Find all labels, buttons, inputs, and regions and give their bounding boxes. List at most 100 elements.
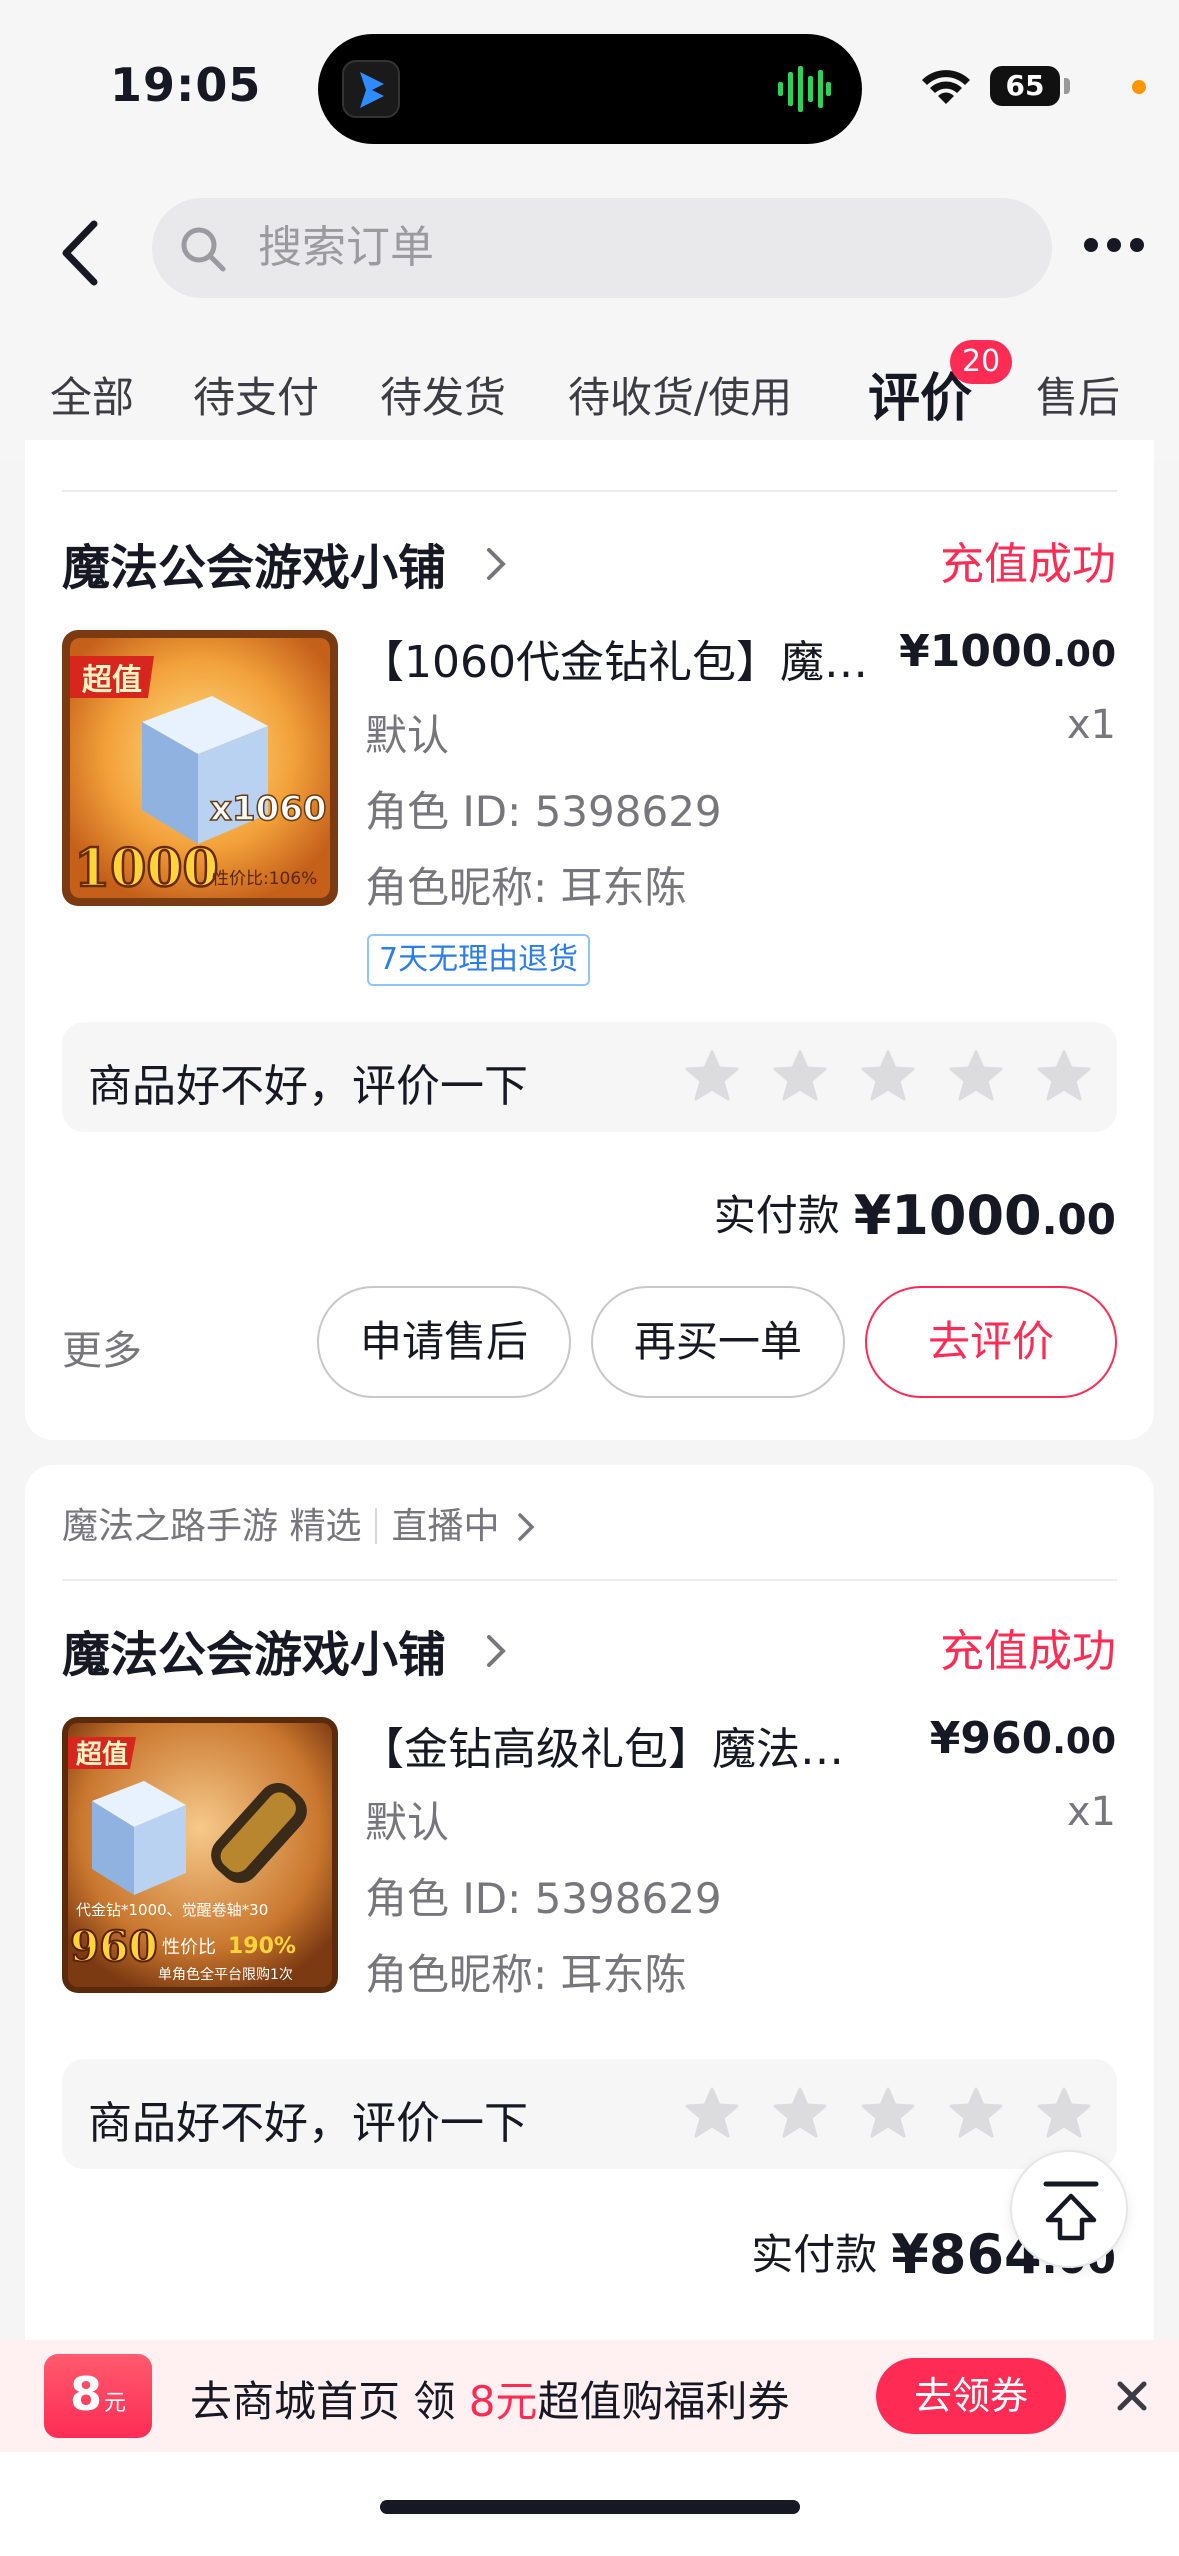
- rating-prompt-box: 商品好不好，评价一下: [62, 1022, 1117, 1132]
- thumb-ratio-text: 190%: [228, 1934, 296, 1959]
- star-icon[interactable]: [947, 2085, 1005, 2143]
- star-icon[interactable]: [1035, 1048, 1093, 1106]
- thumb-big-price: 1000: [74, 838, 219, 899]
- source-channel: 魔法之路手游 精选: [62, 1506, 362, 1547]
- close-icon[interactable]: [1112, 2376, 1152, 2416]
- live-activity-app-icon: [342, 60, 400, 118]
- star-icon[interactable]: [683, 2085, 741, 2143]
- search-icon: [181, 227, 226, 272]
- paid-amount: ¥1000.00: [854, 1184, 1116, 1247]
- order-status: 充值成功: [940, 539, 1116, 590]
- role-id: 角色 ID: 5398629: [365, 787, 722, 836]
- star-icon[interactable]: [1035, 2085, 1093, 2143]
- write-review-button[interactable]: 去评价: [865, 1286, 1117, 1398]
- rating-prompt-text: 商品好不好，评价一下: [88, 1061, 528, 1112]
- product-price: ¥1000.00: [899, 626, 1116, 677]
- thumb-ratio-label: 性价比: [162, 1937, 216, 1958]
- star-icon[interactable]: [947, 1048, 1005, 1106]
- thumb-big-price: 960: [70, 1922, 158, 1971]
- product-title[interactable]: 【1060代金钻礼包】魔法之路: [360, 626, 870, 690]
- privacy-indicator-dot: [1132, 80, 1146, 94]
- chevron-right-icon: [518, 1513, 535, 1541]
- arrow-up-to-top-icon: [1043, 2181, 1099, 2241]
- coupon-banner[interactable]: 8元 去商城首页 领 8元超值购福利券 去领券: [0, 2340, 1179, 2452]
- shop-name-link[interactable]: 魔法公会游戏小铺: [62, 528, 507, 598]
- product-spec: 默认: [365, 1798, 450, 1847]
- coupon-badge-unit: 元: [104, 2391, 127, 2416]
- coupon-badge: 8元: [44, 2354, 152, 2438]
- live-status: 直播中: [391, 1506, 500, 1547]
- order-card: 魔法之路手游 精选 直播中 魔法公会游戏小铺 充值成功 超值 代金钻*1000、觉…: [25, 1465, 1154, 2365]
- role-id: 角色 ID: 5398629: [365, 1874, 722, 1923]
- battery-tip: [1064, 78, 1070, 94]
- star-icon[interactable]: [771, 1048, 829, 1106]
- thumb-tag-text: 超值: [82, 663, 142, 698]
- thumb-limit-text: 单角色全平台限购1次: [158, 1966, 293, 1983]
- tab-pending-receipt[interactable]: 待收货/使用: [568, 364, 792, 425]
- dynamic-island: [318, 34, 862, 144]
- source-channel-link[interactable]: 魔法之路手游 精选 直播中: [62, 1497, 535, 1549]
- divider: [62, 1579, 1117, 1581]
- claim-coupon-button[interactable]: 去领券: [876, 2358, 1066, 2434]
- thumb-tag-text: 超值: [76, 1740, 128, 1770]
- star-icon[interactable]: [859, 1048, 917, 1106]
- audio-wave-icon: [778, 66, 831, 112]
- tab-pending-shipment[interactable]: 待发货: [380, 364, 506, 425]
- home-indicator-area: [0, 2452, 1179, 2556]
- separator: [375, 1508, 378, 1544]
- product-quantity: x1: [1066, 702, 1116, 748]
- tab-pending-payment[interactable]: 待支付: [193, 364, 319, 425]
- thumb-contents-text: 代金钻*1000、觉醒卷轴*30: [76, 1901, 268, 1919]
- rating-stars: [653, 1048, 1093, 1108]
- more-actions-link[interactable]: 更多: [62, 1318, 142, 1376]
- wifi-icon: [922, 70, 970, 104]
- product-thumbnail[interactable]: 超值 代金钻*1000、觉醒卷轴*30 960 性价比 190% 单角色全平台限…: [62, 1717, 338, 1993]
- chevron-right-icon: [486, 1635, 506, 1667]
- back-arrow-icon[interactable]: [56, 218, 116, 288]
- home-indicator[interactable]: [380, 2500, 800, 2514]
- star-icon[interactable]: [859, 2085, 917, 2143]
- status-time: 19:05: [110, 58, 262, 112]
- rating-prompt-text: 商品好不好，评价一下: [88, 2098, 528, 2149]
- status-bar: 19:05 65: [0, 0, 1179, 170]
- back-to-top-button[interactable]: [1010, 2150, 1128, 2268]
- coupon-text-highlight: 8元: [468, 2377, 538, 2426]
- star-icon[interactable]: [771, 2085, 829, 2143]
- product-quantity: x1: [1066, 1789, 1116, 1835]
- paid-amount-int: ¥1000: [853, 1184, 1042, 1247]
- product-title[interactable]: 【金钻高级礼包】魔法之路: [360, 1713, 870, 1777]
- battery-indicator: 65: [990, 66, 1060, 106]
- divider: [62, 490, 1117, 492]
- more-options-icon[interactable]: [1084, 238, 1144, 258]
- role-nickname: 角色昵称: 耳东陈: [365, 863, 687, 912]
- coupon-badge-amount: 8: [69, 2367, 102, 2421]
- rating-prompt-box: 商品好不好，评价一下: [62, 2059, 1117, 2169]
- paid-amount-row: 实付款 ¥1000.00: [714, 1182, 1116, 1247]
- shop-name: 魔法公会游戏小铺: [62, 1627, 447, 1683]
- order-status: 充值成功: [940, 1626, 1116, 1677]
- star-icon[interactable]: [683, 1048, 741, 1106]
- role-nickname: 角色昵称: 耳东陈: [365, 1950, 687, 1999]
- product-price: ¥960.00: [930, 1713, 1116, 1764]
- order-card: 魔法公会游戏小铺 充值成功 超值 x1060 1000 性价比:106% 【10…: [25, 440, 1154, 1440]
- thumb-ratio-text: 性价比:106%: [212, 869, 317, 889]
- product-price-int: ¥960: [929, 1713, 1053, 1764]
- paid-label: 实付款: [751, 2230, 878, 2279]
- shop-name-link[interactable]: 魔法公会游戏小铺: [62, 1615, 507, 1685]
- tab-all[interactable]: 全部: [50, 364, 134, 425]
- return-policy-tag: 7天无理由退货: [367, 934, 591, 986]
- product-price-cents: .00: [1052, 634, 1116, 675]
- paid-amount-cents: .00: [1041, 1195, 1116, 1244]
- search-placeholder: 搜索订单: [258, 222, 434, 273]
- thumb-count-text: x1060: [210, 789, 327, 829]
- buy-again-button[interactable]: 再买一单: [591, 1286, 845, 1398]
- tab-after-sales[interactable]: 售后: [1036, 364, 1120, 425]
- search-input[interactable]: 搜索订单: [152, 198, 1052, 298]
- shop-name: 魔法公会游戏小铺: [62, 540, 447, 596]
- coupon-message: 去商城首页 领 8元超值购福利券: [190, 2368, 789, 2429]
- product-thumbnail[interactable]: 超值 x1060 1000 性价比:106%: [62, 630, 338, 906]
- apply-after-sale-button[interactable]: 申请售后: [317, 1286, 571, 1398]
- product-price-cents: .00: [1052, 1721, 1116, 1762]
- chevron-right-icon: [486, 548, 506, 580]
- coupon-text-before: 去商城首页 领: [190, 2377, 469, 2426]
